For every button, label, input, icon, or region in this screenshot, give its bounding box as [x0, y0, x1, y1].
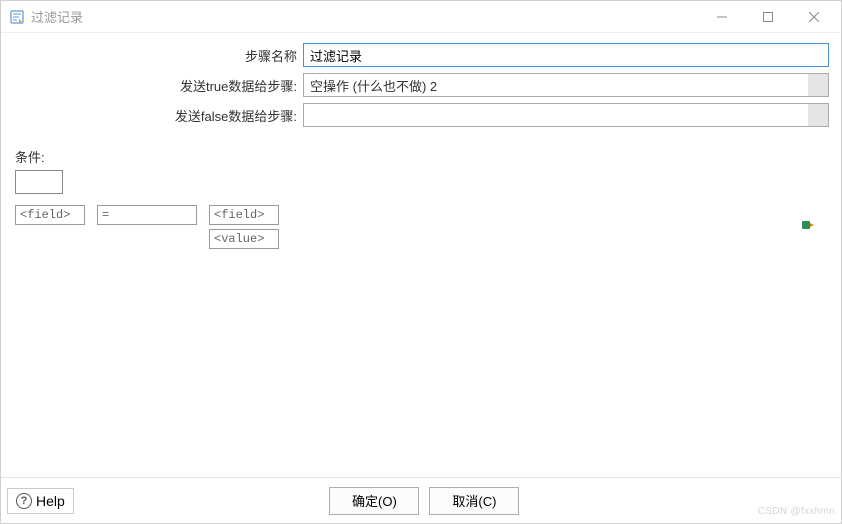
help-button[interactable]: ? Help [7, 488, 74, 514]
footer: ? Help 确定(O) 取消(C) [1, 477, 841, 523]
get-fields-icon[interactable] [801, 218, 815, 232]
action-buttons: 确定(O) 取消(C) [329, 487, 519, 515]
app-icon [9, 9, 25, 25]
send-false-value [304, 104, 808, 126]
dropdown-icon [808, 74, 828, 96]
send-false-label: 发送false数据给步骤: [13, 106, 303, 125]
condition-expression-row: <field> = <field> <value> [15, 205, 829, 249]
dropdown-icon [808, 104, 828, 126]
condition-right-column: <field> <value> [209, 205, 279, 249]
send-true-row: 发送true数据给步骤: 空操作 (什么也不做) 2 [13, 73, 829, 97]
help-label: Help [36, 493, 65, 509]
watermark: CSDN @fxxhmn [758, 506, 835, 517]
send-false-select[interactable] [303, 103, 829, 127]
send-true-select[interactable]: 空操作 (什么也不做) 2 [303, 73, 829, 97]
step-name-label: 步骤名称 [13, 46, 303, 65]
content-area: 步骤名称 发送true数据给步骤: 空操作 (什么也不做) 2 发送false数… [1, 33, 841, 477]
send-false-row: 发送false数据给步骤: [13, 103, 829, 127]
titlebar: 过滤记录 [1, 1, 841, 33]
cancel-button[interactable]: 取消(C) [429, 487, 519, 515]
condition-right-field[interactable]: <field> [209, 205, 279, 225]
close-button[interactable] [791, 2, 837, 32]
window-title: 过滤记录 [31, 7, 83, 26]
minimize-button[interactable] [699, 2, 745, 32]
help-icon: ? [16, 493, 32, 509]
step-name-input[interactable] [303, 43, 829, 67]
condition-right-value[interactable]: <value> [209, 229, 279, 249]
condition-left-field[interactable]: <field> [15, 205, 85, 225]
send-true-label: 发送true数据给步骤: [13, 76, 303, 95]
condition-operator[interactable]: = [97, 205, 197, 225]
condition-root-box[interactable] [15, 170, 63, 194]
condition-area: 条件: <field> = <field> <value> [13, 147, 829, 249]
step-name-row: 步骤名称 [13, 43, 829, 67]
condition-label: 条件: [13, 147, 829, 166]
send-true-value: 空操作 (什么也不做) 2 [304, 74, 808, 96]
dialog-window: 过滤记录 步骤名称 发送true数据给步骤: 空操作 (什么也不做) 2 [0, 0, 842, 524]
maximize-button[interactable] [745, 2, 791, 32]
ok-button[interactable]: 确定(O) [329, 487, 419, 515]
window-controls [699, 2, 837, 32]
